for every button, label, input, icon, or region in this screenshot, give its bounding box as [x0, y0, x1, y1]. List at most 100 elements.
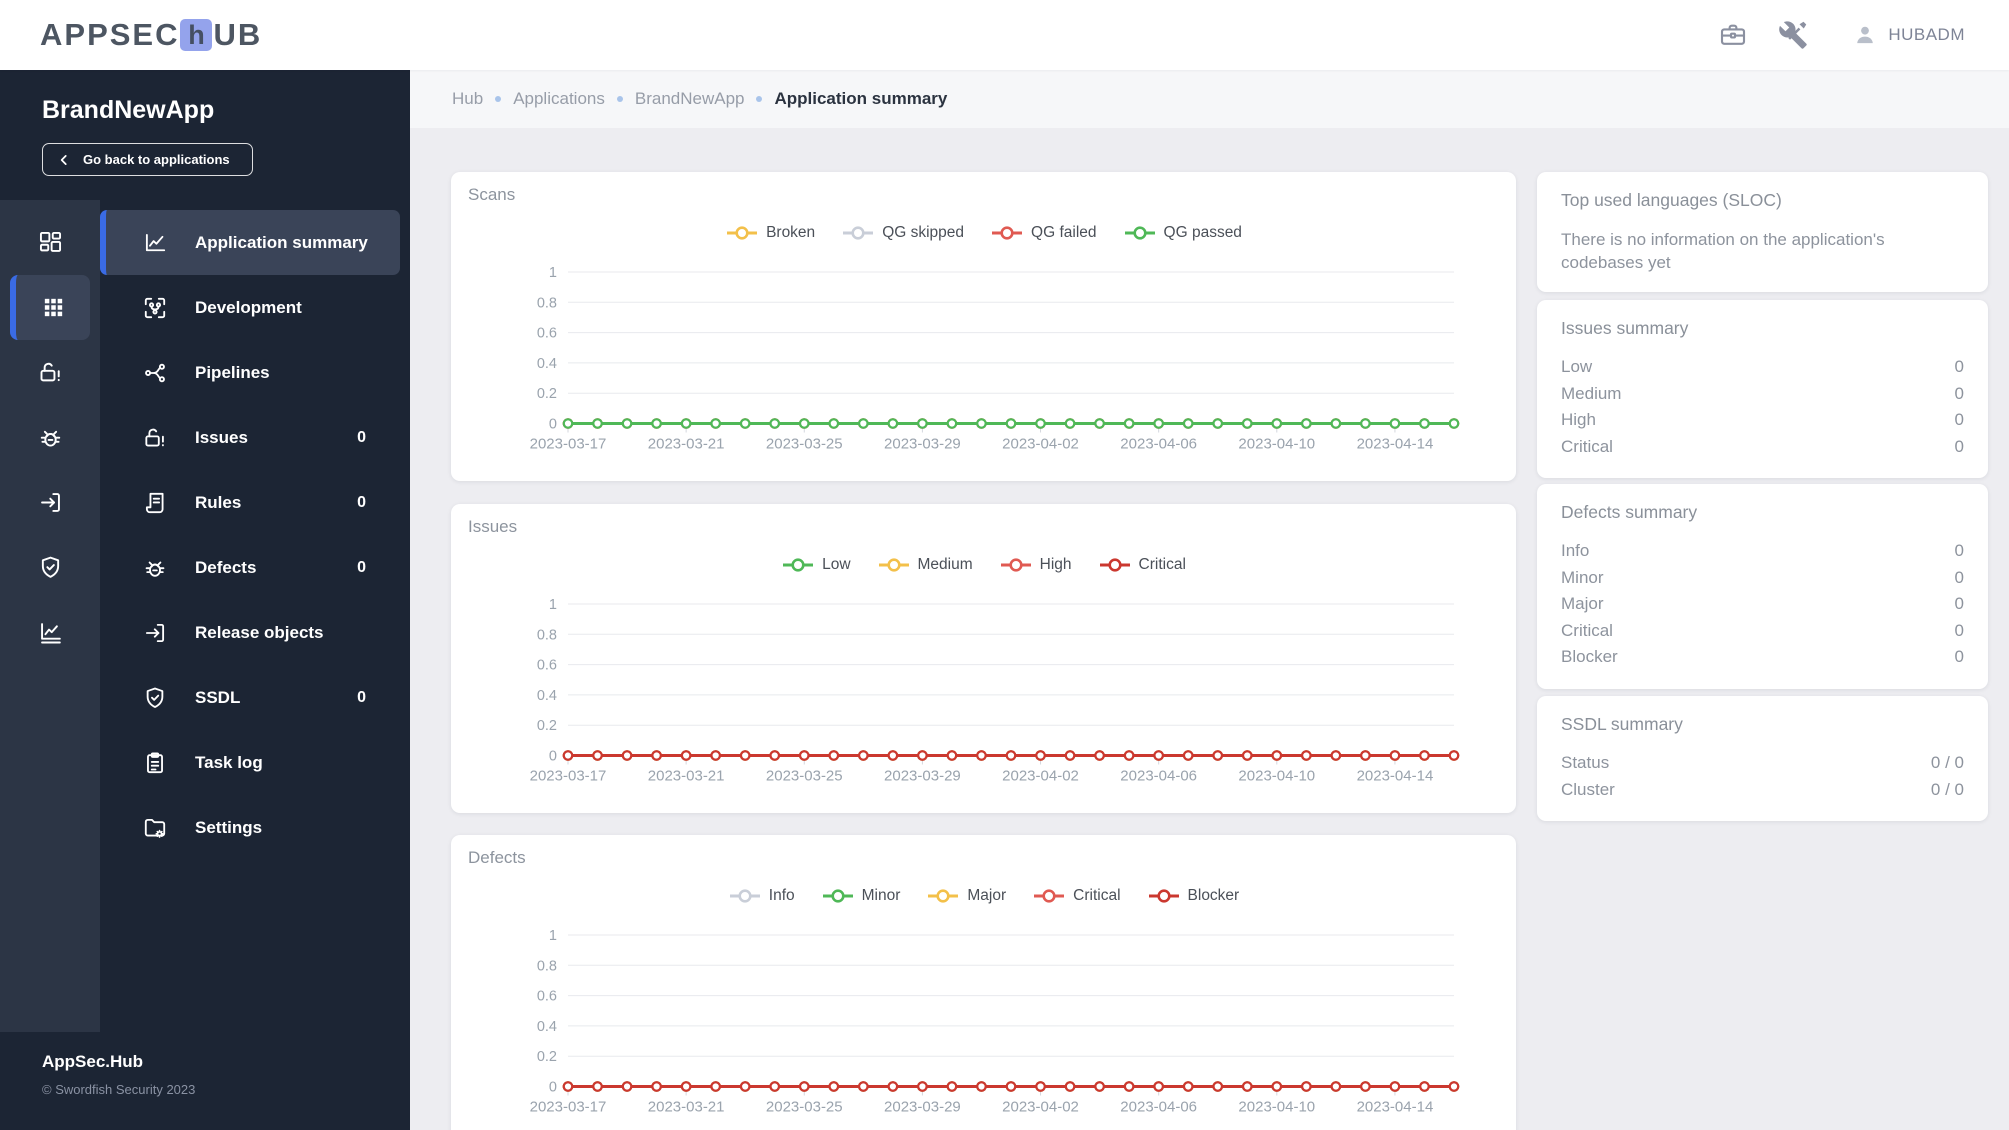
svg-text:2023-03-21: 2023-03-21 — [648, 436, 725, 453]
legend-item-critical[interactable]: Critical — [1032, 887, 1121, 905]
summary-row-major: Major 0 — [1561, 591, 1964, 618]
sidebar-item-ssdl[interactable]: SSDL 0 — [100, 665, 400, 730]
rail-exit-icon[interactable] — [0, 470, 100, 535]
legend-item-medium[interactable]: Medium — [877, 556, 973, 574]
breadcrumb-separator-dot — [616, 96, 623, 102]
sidebar-item-defects[interactable]: Defects 0 — [100, 535, 400, 600]
svg-text:1: 1 — [549, 597, 557, 613]
summary-row-value: 0 — [1954, 647, 1964, 666]
svg-text:2023-03-29: 2023-03-29 — [884, 436, 961, 453]
summary-row-label: Low — [1561, 357, 1593, 376]
tools-icon[interactable] — [1778, 20, 1808, 50]
chart-title: Issues — [468, 517, 518, 536]
exit-icon — [142, 620, 168, 646]
breadcrumb-link-brandnewapp[interactable]: BrandNewApp — [635, 89, 745, 109]
page: APPSEC h UB HUBADM BrandNewApp Go back t… — [0, 0, 2009, 1130]
svg-text:0.4: 0.4 — [537, 688, 557, 704]
username: HUBADM — [1888, 25, 1965, 44]
user-icon — [1852, 22, 1878, 48]
svg-text:2023-03-29: 2023-03-29 — [884, 768, 961, 785]
legend-label: Critical — [1073, 887, 1121, 904]
legend-item-qg-failed[interactable]: QG failed — [990, 224, 1097, 242]
logo-h-tile: h — [180, 19, 213, 51]
svg-text:2023-04-14: 2023-04-14 — [1357, 768, 1434, 785]
svg-text:2023-03-21: 2023-03-21 — [648, 1099, 725, 1116]
sidebar-item-development[interactable]: Development — [100, 275, 400, 340]
breadcrumb-link-hub[interactable]: Hub — [452, 89, 483, 109]
rail-bug-icon[interactable] — [0, 405, 100, 470]
legend-item-blocker[interactable]: Blocker — [1147, 887, 1239, 905]
sidebar-item-label: Application summary — [195, 232, 368, 252]
legend-item-critical[interactable]: Critical — [1098, 556, 1186, 574]
rail-dashboard-icon[interactable] — [0, 210, 100, 275]
sidebar-item-issues[interactable]: Issues 0 — [100, 405, 400, 470]
briefcase-icon[interactable] — [1718, 20, 1748, 50]
sidebar-item-label: Issues — [195, 427, 248, 447]
chart-legend: Low Medium High Critical — [451, 556, 1516, 574]
defects-summary-card: Defects summary Info 0 Minor 0 Major 0 Critical… — [1537, 484, 1988, 689]
sidebar-item-label: Pipelines — [195, 362, 270, 382]
header-actions: HUBADM — [1718, 20, 1965, 50]
sidebar-item-task-log[interactable]: Task log — [100, 730, 400, 795]
svg-text:0.6: 0.6 — [537, 326, 557, 342]
svg-text:2023-03-25: 2023-03-25 — [766, 1099, 843, 1116]
summary-row-label: Minor — [1561, 567, 1604, 587]
clipboard-icon — [142, 750, 168, 776]
card-title: Top used languages (SLOC) — [1561, 190, 1782, 210]
legend-label: QG passed — [1163, 224, 1242, 241]
legend-item-minor[interactable]: Minor — [821, 887, 900, 905]
summary-row-label: Major — [1561, 594, 1604, 613]
breadcrumb-link-applications[interactable]: Applications — [513, 89, 605, 109]
legend-item-major[interactable]: Major — [926, 887, 1006, 905]
sidebar-item-count: 0 — [357, 558, 366, 576]
legend-item-low[interactable]: Low — [781, 556, 851, 574]
chart-legend: Info Minor Major Critical Blocker — [451, 887, 1516, 905]
breadcrumb-separator-dot — [756, 96, 763, 102]
scans-chart-card: Scans Broken QG skipped QG failed QG passed 1… — [451, 172, 1516, 481]
svg-text:0.2: 0.2 — [537, 386, 557, 402]
rail-shield-check-icon[interactable] — [0, 535, 100, 600]
summary-row-value: 0 — [1954, 567, 1964, 587]
legend-label: QG failed — [1031, 224, 1097, 241]
svg-text:0.2: 0.2 — [537, 1049, 557, 1065]
legend-marker-icon — [878, 558, 909, 572]
svg-text:2023-04-14: 2023-04-14 — [1357, 1099, 1434, 1116]
rail-apps-grid-icon[interactable] — [10, 275, 90, 340]
sidebar-item-release-objects[interactable]: Release objects — [100, 600, 400, 665]
top-used-languages-sloc-card: Top used languages (SLOC) There is no inf… — [1537, 172, 1988, 292]
svg-text:0.6: 0.6 — [537, 989, 557, 1005]
sidebar-head: BrandNewApp Go back to applications — [0, 70, 410, 200]
svg-text:1: 1 — [549, 265, 557, 281]
summary-row-value: 0 / 0 — [1930, 753, 1964, 772]
legend-item-qg-passed[interactable]: QG passed — [1123, 224, 1242, 242]
legend-marker-icon — [727, 226, 758, 240]
sidebar-item-settings[interactable]: Settings — [100, 795, 400, 860]
rail-lock-open-icon[interactable] — [0, 340, 100, 405]
legend-item-high[interactable]: High — [999, 556, 1072, 574]
footer-product-name: AppSec.Hub — [42, 1052, 144, 1071]
legend-marker-icon — [1099, 558, 1130, 572]
pipelines-icon — [142, 360, 168, 386]
summary-row-label: Critical — [1561, 620, 1613, 640]
legend-marker-icon — [1148, 889, 1179, 903]
svg-text:2023-03-25: 2023-03-25 — [766, 768, 843, 785]
footer-copyright: © Swordfish Security 2023 — [42, 1082, 196, 1097]
sidebar-item-application-summary[interactable]: Application summary — [100, 210, 400, 275]
sidebar-menu: Application summary Development Pipelines I… — [100, 200, 410, 1032]
legend-item-broken[interactable]: Broken — [725, 224, 815, 242]
svg-text:2023-04-06: 2023-04-06 — [1120, 768, 1197, 785]
go-back-button[interactable]: Go back to applications — [42, 143, 253, 176]
sidebar-item-pipelines[interactable]: Pipelines — [100, 340, 400, 405]
sidebar-item-rules[interactable]: Rules 0 — [100, 470, 400, 535]
legend-item-qg-skipped[interactable]: QG skipped — [841, 224, 964, 242]
svg-text:2023-04-02: 2023-04-02 — [1002, 1099, 1079, 1116]
rail-chart-icon[interactable] — [0, 600, 100, 665]
legend-item-info[interactable]: Info — [728, 887, 795, 905]
user-menu[interactable]: HUBADM — [1852, 22, 1965, 48]
summary-row-label: Medium — [1561, 383, 1622, 403]
legend-label: High — [1039, 556, 1072, 573]
summary-row-critical: Critical 0 — [1561, 618, 1964, 645]
summary-row-status: Status 0 / 0 — [1561, 750, 1964, 777]
app-header: APPSEC h UB HUBADM — [0, 0, 2009, 70]
defects-chart-card: Defects Info Minor Major Critical Blocker 1 0.8… — [451, 835, 1516, 1130]
